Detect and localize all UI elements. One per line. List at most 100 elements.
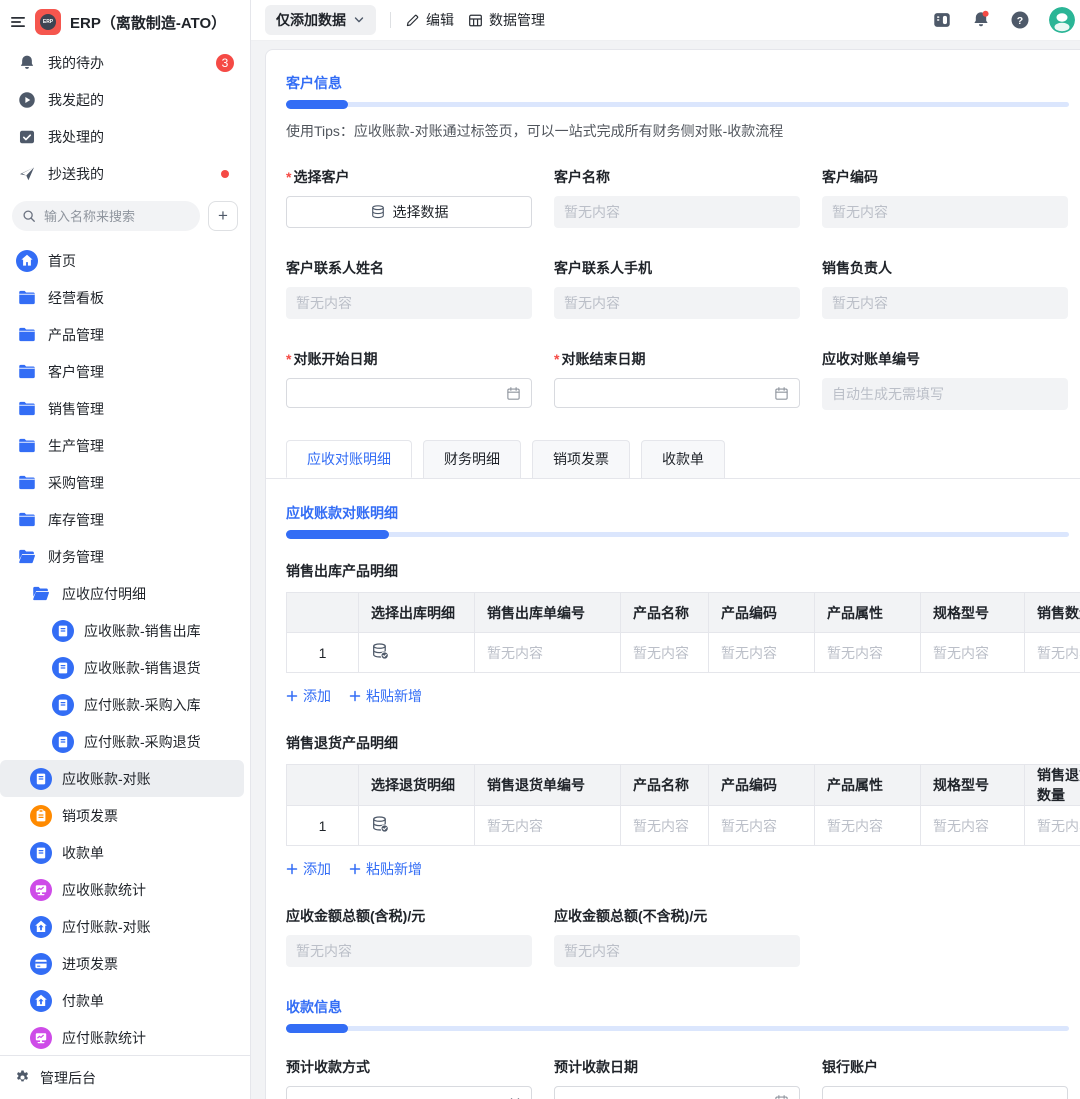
customer-fields-grid: * 选择客户 选择数据 客户名称 暂无内容 客户编码 暂无内容 客户联系人姓名 暂无内容 客户联系… xyxy=(286,167,1080,410)
sidebar-item-label: 采购管理 xyxy=(48,474,104,491)
empty-cell: 暂无内容 xyxy=(920,805,1025,846)
sidebar-item-18[interactable]: 应付账款-对账 xyxy=(0,908,250,945)
empty-cell: 暂无内容 xyxy=(1024,805,1080,846)
topbar: 仅添加数据 编辑 数据管理 ? xyxy=(251,0,1080,41)
add-row-link[interactable]: 添加 xyxy=(286,686,331,706)
field-label: 预计收款日期 xyxy=(554,1059,638,1075)
date-input[interactable] xyxy=(554,378,800,408)
sidebar-item-16[interactable]: 收款单 xyxy=(0,834,250,871)
product-table-block-0: 销售出库产品明细 选择出库明细 销售出库单编号 产品名称 产品编码 产品属性 规格型号 销售数… xyxy=(286,561,1080,706)
sidebar-item-quick-0[interactable]: 我的待办 3 xyxy=(0,44,250,81)
help-icon[interactable]: ? xyxy=(1010,10,1030,30)
tab-2[interactable]: 销项发票 xyxy=(532,440,630,478)
sidebar-item-label: 应付账款统计 xyxy=(62,1029,146,1046)
hamburger-icon[interactable] xyxy=(10,14,26,30)
sidebar-item-4[interactable]: 销售管理 xyxy=(0,390,250,427)
paste-add-link[interactable]: 粘贴新增 xyxy=(349,686,422,706)
sidebar-item-label: 我处理的 xyxy=(48,128,104,145)
sidebar-item-label: 应付账款-采购退货 xyxy=(84,733,201,750)
sidebar-item-quick-3[interactable]: 抄送我的 xyxy=(0,155,250,192)
chevron-down-icon xyxy=(509,1095,521,1099)
sidebar-item-12[interactable]: 应付账款-采购入库 xyxy=(0,686,250,723)
doc-circle-icon xyxy=(30,841,52,864)
empty-cell: 暂无内容 xyxy=(474,632,621,673)
notifications-bell-icon[interactable] xyxy=(971,10,991,30)
sidebar-item-label: 销项发票 xyxy=(62,807,118,824)
card-circle-icon xyxy=(30,952,52,975)
column-header: 销售退货数量 xyxy=(1024,764,1080,806)
data-manage-button[interactable]: 数据管理 xyxy=(468,10,545,30)
sidebar-item-6[interactable]: 采购管理 xyxy=(0,464,250,501)
select-input[interactable] xyxy=(286,1086,532,1099)
table-actions: 添加 粘贴新增 xyxy=(286,686,1080,706)
sidebar-item-7[interactable]: 库存管理 xyxy=(0,501,250,538)
sidebar-item-5[interactable]: 生产管理 xyxy=(0,427,250,464)
progress-detail xyxy=(286,530,1069,539)
folder-icon xyxy=(16,475,38,490)
main-area: 仅添加数据 编辑 数据管理 ? 客户信息 使用Tips：应收账款-对账通过标签页… xyxy=(251,0,1080,1099)
empty-cell: 暂无内容 xyxy=(920,632,1025,673)
sidebar-item-11[interactable]: 应收账款-销售退货 xyxy=(0,649,250,686)
sidebar-item-admin[interactable]: 管理后台 xyxy=(0,1055,250,1099)
select-data-button[interactable]: 选择数据 xyxy=(286,196,532,228)
column-header: 规格型号 xyxy=(920,764,1025,806)
disabled-input: 暂无内容 xyxy=(286,287,532,319)
disabled-input: 暂无内容 xyxy=(286,935,532,967)
sidebar-item-2[interactable]: 产品管理 xyxy=(0,316,250,353)
customer-field-5: 销售负责人 暂无内容 xyxy=(822,258,1068,319)
side-panel-icon[interactable] xyxy=(932,10,952,30)
field-label: 预计收款方式 xyxy=(286,1059,370,1075)
sidebar-item-13[interactable]: 应付账款-采购退货 xyxy=(0,723,250,760)
search-box[interactable] xyxy=(12,201,200,231)
edit-button[interactable]: 编辑 xyxy=(405,10,454,30)
field-label: 银行账户 xyxy=(822,1059,878,1075)
tab-1[interactable]: 财务明细 xyxy=(423,440,521,478)
sidebar-item-0[interactable]: 首页 xyxy=(0,242,250,279)
column-header: 产品名称 xyxy=(620,764,709,806)
sidebar-item-10[interactable]: 应收账款-销售出库 xyxy=(0,612,250,649)
sidebar-item-3[interactable]: 客户管理 xyxy=(0,353,250,390)
payment-field-0: 预计收款方式 xyxy=(286,1057,532,1099)
tab-3[interactable]: 收款单 xyxy=(641,440,725,478)
sidebar-item-8[interactable]: 财务管理 xyxy=(0,538,250,575)
sidebar-item-15[interactable]: 销项发票 xyxy=(0,797,250,834)
sidebar-item-9[interactable]: 应收应付明细 xyxy=(0,575,250,612)
search-icon xyxy=(22,209,36,223)
paste-add-link[interactable]: 粘贴新增 xyxy=(349,859,422,879)
sidebar-item-quick-1[interactable]: 我发起的 xyxy=(0,81,250,118)
table-title: 销售出库产品明细 xyxy=(286,563,398,579)
text-input[interactable] xyxy=(822,1086,1068,1099)
search-input[interactable] xyxy=(42,207,190,225)
date-input[interactable] xyxy=(286,378,532,408)
sidebar-item-1[interactable]: 经营看板 xyxy=(0,279,250,316)
sidebar-item-19[interactable]: 进项发票 xyxy=(0,945,250,982)
sidebar-item-17[interactable]: 应收账款统计 xyxy=(0,871,250,908)
sidebar-item-label: 我的待办 xyxy=(48,54,104,71)
avatar[interactable] xyxy=(1049,7,1075,33)
sidebar-item-20[interactable]: 付款单 xyxy=(0,982,250,1019)
field-label: 客户名称 xyxy=(554,169,610,185)
tab-0[interactable]: 应收对账明细 xyxy=(286,440,412,478)
sidebar-item-label: 经营看板 xyxy=(48,289,104,306)
sidebar-item-14[interactable]: 应收账款-对账 xyxy=(0,760,244,797)
link-label: 粘贴新增 xyxy=(366,688,422,704)
date-input[interactable] xyxy=(554,1086,800,1099)
mode-dropdown[interactable]: 仅添加数据 xyxy=(265,5,376,35)
select-detail-cell[interactable] xyxy=(358,632,475,673)
payment-field-2: 银行账户 xyxy=(822,1057,1068,1099)
folder-icon xyxy=(16,401,38,416)
progress-fill xyxy=(286,100,348,109)
sidebar-item-21[interactable]: 应付账款统计 xyxy=(0,1019,250,1055)
sidebar-item-quick-2[interactable]: 我处理的 xyxy=(0,118,250,155)
disabled-input: 自动生成无需填写 xyxy=(822,378,1068,410)
customer-field-2: 客户编码 暂无内容 xyxy=(822,167,1068,228)
required-asterisk: * xyxy=(286,169,292,185)
select-detail-cell[interactable] xyxy=(358,805,475,846)
field-label: 应收对账单编号 xyxy=(822,351,920,367)
tab-content: 应收账款对账明细 销售出库产品明细 选择出库明细 销售出库单编号 产品名称 产品编码 产品… xyxy=(286,479,1080,1099)
sidebar-item-label: 财务管理 xyxy=(48,548,104,565)
add-row-link[interactable]: 添加 xyxy=(286,859,331,879)
add-button[interactable]: + xyxy=(208,201,238,231)
required-asterisk: * xyxy=(554,351,560,367)
field-label: 客户联系人姓名 xyxy=(286,260,384,276)
